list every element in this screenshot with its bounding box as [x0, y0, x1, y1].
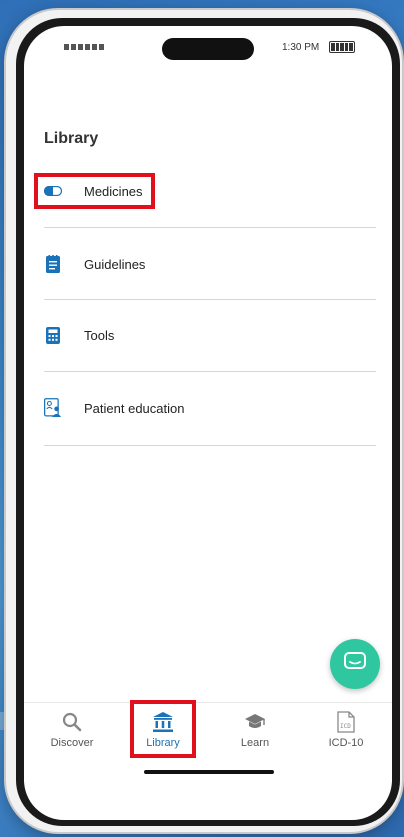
status-bar: 1:30 PM: [24, 26, 392, 74]
tab-label: Learn: [240, 737, 270, 749]
divider: [44, 445, 376, 446]
home-indicator: [144, 770, 274, 774]
pill-icon: [44, 182, 62, 200]
library-item-label: Guidelines: [84, 256, 146, 272]
library-item-medicines[interactable]: Medicines: [44, 177, 376, 205]
patient-card-icon: [44, 398, 62, 417]
tab-label: ICD-10: [328, 737, 364, 749]
library-item-label: Medicines: [84, 183, 143, 199]
battery-icon: [329, 41, 355, 53]
tab-label: Library: [146, 737, 180, 749]
library-item-guidelines[interactable]: Guidelines: [44, 250, 376, 278]
library-item-label: Patient education: [84, 400, 185, 416]
icd-document-icon: ICD: [335, 711, 357, 733]
graduation-cap-icon: [244, 711, 266, 733]
library-item-label: Tools: [84, 327, 115, 343]
status-time: 1:30 PM: [282, 42, 320, 53]
tab-icd-10[interactable]: ICD ICD-10: [310, 711, 382, 759]
tab-label: Discover: [50, 737, 94, 749]
document-icon: [44, 255, 62, 273]
tab-discover[interactable]: Discover: [36, 711, 108, 759]
chat-button[interactable]: [330, 639, 380, 689]
library-icon: [152, 711, 174, 733]
divider: [44, 299, 376, 300]
page-title: Library: [44, 130, 99, 147]
divider: [44, 227, 376, 228]
chat-icon: [344, 651, 366, 677]
signal-icon: [64, 44, 104, 50]
tab-learn[interactable]: Learn: [219, 711, 291, 759]
svg-text:ICD: ICD: [340, 723, 351, 730]
library-item-tools[interactable]: Tools: [44, 321, 376, 349]
calculator-icon: [44, 326, 62, 344]
phone-screen: 1:30 PM Library Medicines Guidelines Too…: [24, 26, 392, 820]
tab-library[interactable]: Library: [127, 711, 199, 759]
camera-notch: [162, 38, 254, 60]
divider: [44, 371, 376, 372]
search-icon: [61, 711, 83, 733]
library-item-patient-education[interactable]: Patient education: [44, 394, 376, 422]
